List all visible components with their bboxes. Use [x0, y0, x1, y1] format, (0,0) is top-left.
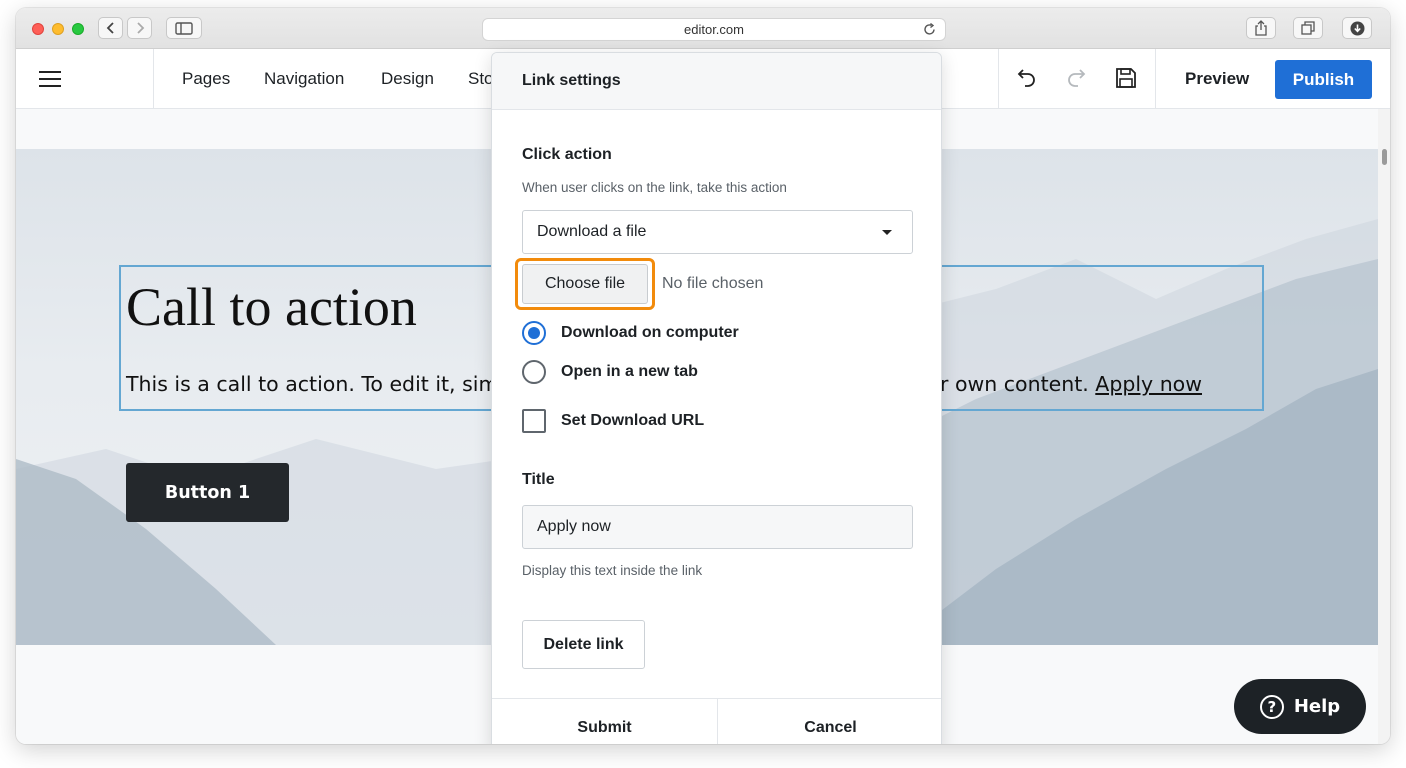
header-actions: Preview Publish	[998, 49, 1390, 109]
set-download-url-checkbox[interactable]	[522, 409, 546, 433]
cta-body-right[interactable]: r own content. Apply now	[940, 372, 1202, 396]
help-icon: ?	[1259, 694, 1284, 719]
tabs-button[interactable]	[1293, 17, 1323, 39]
delete-link-button[interactable]: Delete link	[522, 620, 645, 669]
sidebar-button[interactable]	[166, 17, 202, 39]
cta-body-text: r own content.	[940, 372, 1096, 396]
minimize-window-button[interactable]	[52, 23, 64, 35]
address-bar[interactable]: editor.com	[482, 18, 946, 41]
preview-button[interactable]: Preview	[1185, 69, 1249, 89]
title-label: Title	[522, 471, 555, 488]
dialog-footer: Submit Cancel	[492, 698, 941, 744]
publish-button[interactable]: Publish	[1275, 60, 1372, 99]
cta-body-left[interactable]: This is a call to action. To edit it, si…	[126, 372, 498, 396]
title-input[interactable]: Apply now	[522, 505, 913, 549]
cancel-button[interactable]: Cancel	[718, 699, 941, 744]
reload-icon[interactable]	[922, 22, 937, 37]
click-action-value: Download a file	[537, 223, 647, 240]
back-icon	[106, 22, 114, 34]
url-text: editor.com	[684, 22, 744, 37]
caret-down-icon	[882, 230, 892, 235]
title-input-value: Apply now	[537, 518, 611, 535]
cta-heading[interactable]: Call to action	[126, 276, 417, 338]
option-new-tab-label[interactable]: Open in a new tab	[561, 363, 698, 381]
forward-icon	[136, 22, 144, 34]
hero-button[interactable]: Button 1	[126, 463, 289, 522]
downloads-button[interactable]	[1342, 17, 1372, 39]
click-action-select[interactable]: Download a file	[522, 210, 913, 254]
radio-download-on-computer[interactable]	[522, 321, 546, 345]
zoom-window-button[interactable]	[72, 23, 84, 35]
nav-design[interactable]: Design	[381, 69, 434, 89]
scrollbar-thumb[interactable]	[1382, 149, 1387, 165]
set-download-url-label[interactable]: Set Download URL	[561, 412, 704, 430]
browser-window: editor.com Pages Navigation Design Sto P…	[16, 8, 1390, 744]
nav-navigation[interactable]: Navigation	[264, 69, 344, 89]
nav-store[interactable]: Sto	[468, 69, 494, 89]
hamburger-icon	[39, 71, 61, 87]
undo-icon[interactable]	[1016, 67, 1038, 89]
title-hint: Display this text inside the link	[522, 563, 703, 578]
download-icon	[1350, 21, 1364, 35]
nav-pages[interactable]: Pages	[182, 69, 230, 89]
share-icon	[1255, 20, 1267, 36]
save-icon[interactable]	[1115, 67, 1137, 89]
close-window-button[interactable]	[32, 23, 44, 35]
help-button[interactable]: ? Help	[1234, 679, 1366, 734]
redo-icon[interactable]	[1065, 67, 1087, 89]
menu-button[interactable]	[16, 49, 154, 109]
header-divider	[1155, 49, 1156, 109]
forward-button[interactable]	[127, 17, 152, 39]
radio-open-new-tab[interactable]	[522, 360, 546, 384]
back-button[interactable]	[98, 17, 123, 39]
help-label: Help	[1293, 696, 1341, 717]
apply-now-link[interactable]: Apply now	[1095, 372, 1202, 396]
click-action-label: Click action	[522, 146, 612, 163]
share-button[interactable]	[1246, 17, 1276, 39]
link-settings-dialog: Link settings Click action When user cli…	[491, 52, 942, 744]
choose-file-button[interactable]: Choose file	[522, 264, 648, 304]
click-action-hint: When user clicks on the link, take this …	[522, 180, 787, 195]
submit-button[interactable]: Submit	[492, 699, 717, 744]
dialog-header: Link settings	[492, 53, 941, 110]
dialog-title: Link settings	[522, 72, 621, 89]
tabs-icon	[1301, 21, 1315, 35]
browser-titlebar: editor.com	[16, 8, 1390, 49]
file-status: No file chosen	[662, 275, 764, 292]
scrollbar-track[interactable]	[1378, 109, 1390, 744]
option-download-label[interactable]: Download on computer	[561, 324, 739, 342]
sidebar-icon	[175, 21, 193, 35]
